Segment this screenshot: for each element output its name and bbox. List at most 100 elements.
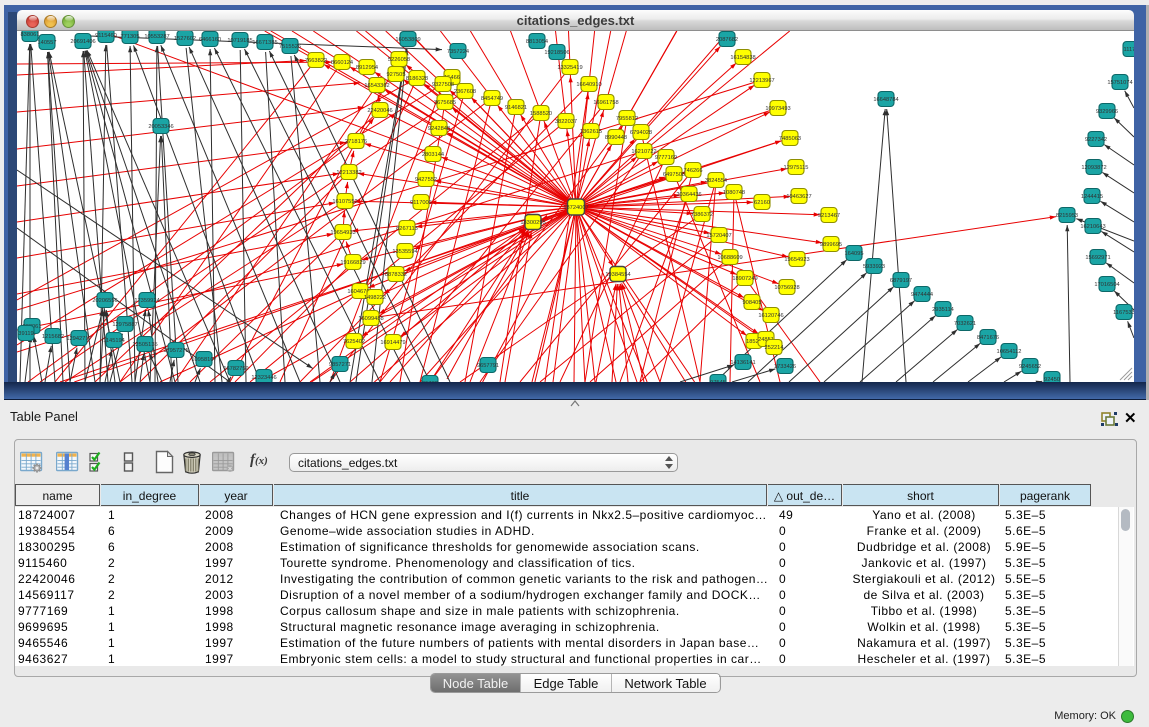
svg-text:1080748: 1080748 — [723, 190, 745, 196]
svg-text:12213967: 12213967 — [749, 78, 774, 84]
svg-text:5933923: 5933923 — [863, 264, 885, 270]
svg-text:3675685: 3675685 — [434, 100, 456, 106]
svg-text:7357224: 7357224 — [447, 49, 469, 55]
svg-text:9242848: 9242848 — [428, 126, 450, 132]
svg-text:1145194: 1145194 — [103, 338, 125, 344]
svg-text:7386372: 7386372 — [691, 212, 713, 218]
svg-text:746266: 746266 — [684, 168, 703, 174]
svg-text:16648784: 16648784 — [873, 97, 898, 103]
svg-text:8454749: 8454749 — [481, 96, 503, 102]
svg-text:9115460: 9115460 — [95, 33, 117, 39]
svg-text:8813054: 8813054 — [526, 39, 548, 45]
svg-text:16543362: 16543362 — [364, 83, 389, 89]
svg-text:16053809: 16053809 — [395, 37, 420, 43]
svg-text:16671385: 16671385 — [252, 40, 277, 46]
svg-text:10553287: 10553287 — [144, 34, 169, 40]
svg-text:92450: 92450 — [1044, 377, 1060, 382]
svg-text:9857271: 9857271 — [329, 362, 351, 368]
svg-text:8878332: 8878332 — [385, 272, 407, 278]
svg-text:20053346: 20053346 — [148, 124, 173, 130]
svg-text:15692971: 15692971 — [1085, 255, 1110, 261]
svg-text:7515526: 7515526 — [279, 44, 301, 50]
svg-text:10719185: 10719185 — [227, 38, 252, 44]
svg-text:1498222: 1498222 — [364, 295, 386, 301]
svg-text:22420046: 22420046 — [367, 108, 392, 114]
svg-text:1215682: 1215682 — [42, 334, 64, 340]
svg-text:15720407: 15720407 — [706, 233, 731, 239]
svg-text:16914479: 16914479 — [380, 340, 405, 346]
svg-text:9899695: 9899695 — [820, 242, 842, 248]
svg-text:12942717: 12942717 — [66, 336, 91, 342]
svg-text:17016504: 17016504 — [1094, 282, 1119, 288]
svg-text:7955812: 7955812 — [616, 116, 638, 122]
svg-text:16640910: 16640910 — [576, 82, 601, 88]
svg-text:19654923: 19654923 — [784, 257, 809, 263]
svg-text:9777169: 9777169 — [655, 155, 677, 161]
svg-text:6466160: 6466160 — [199, 37, 221, 43]
svg-text:2087682: 2087682 — [716, 37, 738, 43]
svg-text:12093872: 12093872 — [1081, 165, 1106, 171]
svg-text:252214: 252214 — [765, 345, 784, 351]
svg-text:9327508: 9327508 — [432, 82, 454, 88]
svg-text:19166829: 19166829 — [340, 260, 365, 266]
svg-text:16107552: 16107552 — [332, 199, 357, 205]
svg-text:14136141: 14136141 — [730, 360, 755, 366]
svg-text:9117006: 9117006 — [410, 200, 432, 206]
svg-text:6879197: 6879197 — [890, 278, 912, 284]
svg-text:10654112: 10654112 — [997, 349, 1022, 355]
svg-text:18724007: 18724007 — [563, 205, 588, 211]
svg-text:95732: 95732 — [422, 381, 438, 382]
svg-text:7032621: 7032621 — [954, 321, 976, 327]
svg-text:20691406: 20691406 — [70, 39, 95, 45]
svg-text:9213467: 9213467 — [818, 213, 840, 219]
svg-text:1244415: 1244415 — [1081, 194, 1103, 200]
svg-text:2718176: 2718176 — [345, 139, 367, 145]
svg-text:838061: 838061 — [21, 32, 40, 38]
svg-text:15751074: 15751074 — [1107, 80, 1132, 86]
svg-text:18300295: 18300295 — [520, 220, 545, 226]
svg-text:2367608: 2367608 — [454, 89, 476, 95]
svg-text:1167533: 1167533 — [1113, 310, 1134, 316]
svg-text:10973493: 10973493 — [765, 106, 790, 112]
svg-text:62160: 62160 — [754, 200, 770, 206]
svg-text:3824554: 3824554 — [705, 178, 727, 184]
svg-text:9474444: 9474444 — [911, 292, 933, 298]
svg-text:10688609: 10688609 — [717, 255, 742, 261]
svg-text:13325419: 13325419 — [557, 65, 582, 71]
svg-text:20206556: 20206556 — [92, 298, 117, 304]
svg-text:12505135: 12505135 — [132, 342, 157, 348]
svg-text:39119: 39119 — [18, 331, 33, 337]
svg-text:9146821: 9146821 — [505, 105, 527, 111]
svg-text:9657791: 9657791 — [477, 363, 499, 369]
svg-text:6497508: 6497508 — [663, 172, 685, 178]
svg-text:9227342: 9227342 — [1085, 137, 1107, 143]
svg-text:9329966: 9329966 — [1096, 109, 1118, 115]
svg-text:7663822: 7663822 — [305, 58, 327, 64]
svg-text:12323446: 12323446 — [251, 375, 276, 381]
svg-text:16210722: 16210722 — [631, 149, 656, 155]
svg-text:20364436: 20364436 — [676, 192, 701, 198]
svg-text:16099488: 16099488 — [358, 316, 383, 322]
svg-text:8990448: 8990448 — [605, 135, 627, 141]
svg-text:5226058: 5226058 — [388, 57, 410, 63]
svg-text:18907249: 18907249 — [732, 276, 757, 282]
svg-text:140557: 140557 — [38, 40, 57, 46]
svg-text:10958107: 10958107 — [191, 357, 216, 363]
svg-text:1362615: 1362615 — [580, 129, 602, 135]
svg-text:8471676: 8471676 — [977, 335, 999, 341]
svg-text:8660124: 8660124 — [331, 60, 353, 66]
svg-text:9245652: 9245652 — [1019, 364, 1041, 370]
svg-text:9427552: 9427552 — [415, 177, 437, 183]
svg-text:97545: 97545 — [710, 380, 726, 382]
svg-text:1588520: 1588520 — [530, 111, 552, 117]
svg-text:7625402: 7625402 — [343, 339, 365, 345]
svg-text:164095: 164095 — [845, 251, 864, 257]
svg-text:16154838: 16154838 — [730, 55, 755, 61]
svg-text:19463627: 19463627 — [786, 194, 811, 200]
svg-text:8215953: 8215953 — [1056, 213, 1078, 219]
svg-text:17359924: 17359924 — [134, 298, 159, 304]
svg-text:771305: 771305 — [121, 34, 140, 40]
svg-text:16782759: 16782759 — [223, 366, 248, 372]
svg-text:16120746: 16120746 — [758, 313, 783, 319]
svg-text:19384554: 19384554 — [605, 272, 630, 278]
